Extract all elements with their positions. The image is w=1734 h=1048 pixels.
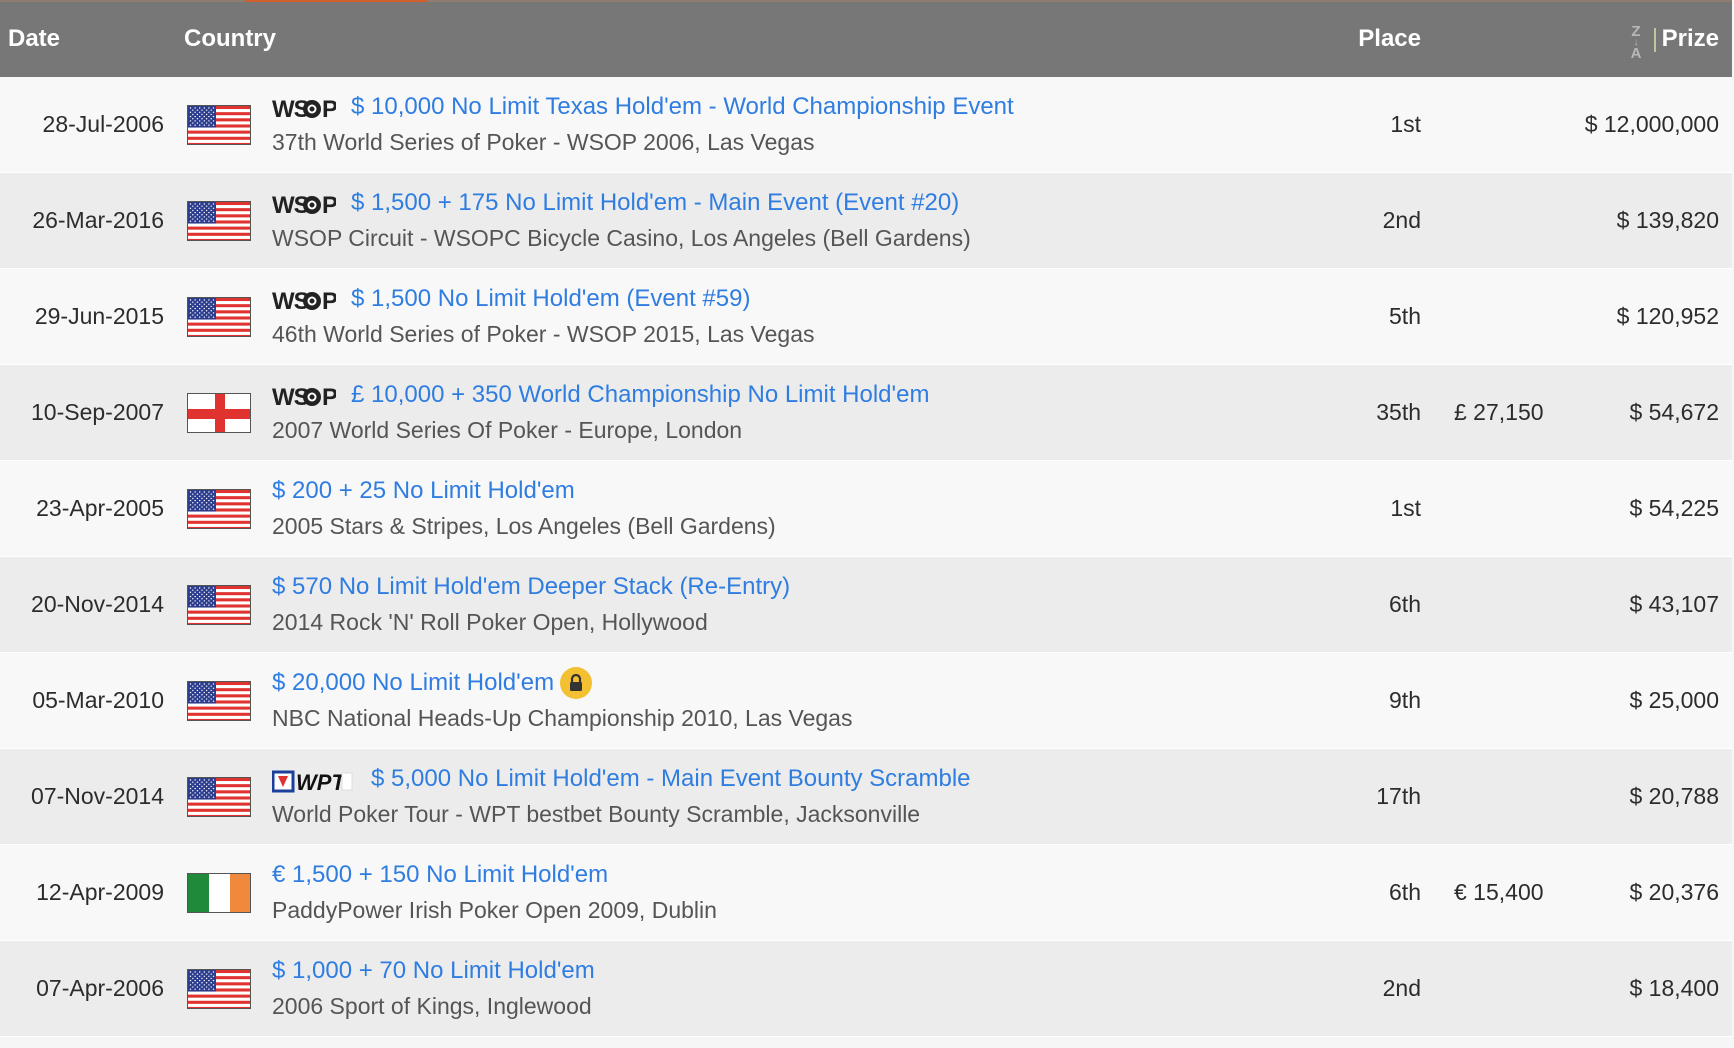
- flag-england-icon: [187, 393, 251, 433]
- row-prize: $ 12,000,000: [1584, 111, 1719, 137]
- row-local-prize: € 15,400: [1454, 879, 1544, 905]
- table-row: 23-Apr-2005 $ 200 + 25 No Limit Hold'em 20…: [0, 461, 1732, 557]
- table-row: 05-Mar-2010 $ 20,000 No Limit Hold'em NBC …: [0, 653, 1732, 749]
- row-prize: $ 25,000: [1629, 687, 1719, 713]
- event-link[interactable]: $ 200 + 25 No Limit Hold'em: [272, 477, 575, 505]
- event-series: 2007 World Series Of Poker - Europe, Lon…: [272, 417, 743, 443]
- row-place: 35th: [1376, 399, 1421, 425]
- row-date: 28-Jul-2006: [42, 111, 164, 137]
- row-place: 5th: [1389, 303, 1421, 329]
- row-place: 1st: [1390, 495, 1421, 521]
- row-prize: $ 43,107: [1629, 591, 1719, 617]
- wsop-logo-icon: WS P: [272, 191, 336, 219]
- row-place: 9th: [1389, 687, 1421, 713]
- row-prize: $ 18,400: [1629, 975, 1719, 1001]
- row-date: 29-Jun-2015: [34, 303, 164, 329]
- flag-us-icon: [187, 585, 251, 625]
- event-link[interactable]: £ 10,000 + 350 World Championship No Lim…: [351, 381, 929, 409]
- wsop-logo-icon: WS P: [272, 287, 336, 315]
- event-link[interactable]: $ 570 No Limit Hold'em Deeper Stack (Re-…: [272, 573, 790, 601]
- event-series: NBC National Heads-Up Championship 2010,…: [272, 705, 853, 731]
- event-link[interactable]: $ 5,000 No Limit Hold'em - Main Event Bo…: [371, 765, 971, 793]
- flag-us-icon: [187, 105, 251, 145]
- row-date: 07-Apr-2006: [36, 975, 164, 1001]
- row-prize: $ 139,820: [1616, 207, 1719, 233]
- table-row: 26-Mar-2016 WS P $ 1,500 + 175 No Limit Hol…: [0, 173, 1732, 269]
- row-place: 6th: [1389, 591, 1421, 617]
- row-date: 12-Apr-2009: [36, 879, 164, 905]
- header-top-line: [0, 0, 1732, 2]
- table-row: 28-Jul-2006 WS P $ 10,000 No Limit Texas Ho…: [0, 77, 1732, 173]
- row-place: 1st: [1390, 111, 1421, 137]
- flag-us-icon: [187, 297, 251, 337]
- event-series: PaddyPower Irish Poker Open 2009, Dublin: [272, 897, 717, 923]
- row-place: 17th: [1376, 783, 1421, 809]
- column-header-prize[interactable]: Prize: [1662, 25, 1719, 53]
- svg-text:P: P: [322, 192, 336, 219]
- lock-icon: [560, 667, 592, 699]
- row-prize: $ 54,225: [1629, 495, 1719, 521]
- event-series: 37th World Series of Poker - WSOP 2006, …: [272, 129, 815, 155]
- row-local-prize: £ 27,150: [1454, 399, 1544, 425]
- event-series: WSOP Circuit - WSOPC Bicycle Casino, Los…: [272, 225, 971, 251]
- table-row: 20-Nov-2014 $ 570 No Limit Hold'em Deeper…: [0, 557, 1732, 653]
- event-link[interactable]: $ 1,000 + 70 No Limit Hold'em: [272, 957, 595, 985]
- table-row: 29-Jun-2015 WS P $ 1,500 No Limit Hold'em (…: [0, 269, 1732, 365]
- row-date: 20-Nov-2014: [31, 591, 164, 617]
- row-place: 2nd: [1382, 975, 1421, 1001]
- flag-us-icon: [187, 489, 251, 529]
- event-series: 46th World Series of Poker - WSOP 2015, …: [272, 321, 815, 347]
- row-date: 23-Apr-2005: [36, 495, 164, 521]
- flag-us-icon: [187, 201, 251, 241]
- svg-text:P: P: [322, 384, 336, 411]
- flag-us-icon: [187, 969, 251, 1009]
- row-date: 07-Nov-2014: [31, 783, 164, 809]
- row-prize: $ 120,952: [1616, 303, 1719, 329]
- row-date: 10-Sep-2007: [31, 399, 164, 425]
- svg-text:WPT: WPT: [296, 770, 346, 795]
- column-header-date[interactable]: Date: [8, 25, 60, 53]
- event-link[interactable]: $ 1,500 No Limit Hold'em (Event #59): [351, 285, 750, 313]
- svg-text:P: P: [322, 96, 336, 123]
- table-header: Date Country Place Z ↓ A Prize: [0, 0, 1732, 77]
- sort-za-icon[interactable]: Z ↓ A: [1625, 24, 1656, 62]
- row-date: 05-Mar-2010: [32, 687, 164, 713]
- event-link[interactable]: $ 1,500 + 175 No Limit Hold'em - Main Ev…: [351, 189, 959, 217]
- column-header-country[interactable]: Country: [184, 25, 276, 53]
- row-place: 6th: [1389, 879, 1421, 905]
- row-prize: $ 20,788: [1629, 783, 1719, 809]
- row-date: 26-Mar-2016: [32, 207, 164, 233]
- sort-a-letter: A: [1630, 45, 1642, 62]
- row-place: 2nd: [1382, 207, 1421, 233]
- event-link[interactable]: $ 10,000 No Limit Texas Hold'em - World …: [351, 93, 1014, 121]
- event-series: 2006 Sport of Kings, Inglewood: [272, 993, 592, 1019]
- event-series: 2014 Rock 'N' Roll Poker Open, Hollywood: [272, 609, 708, 635]
- wsop-logo-icon: WS P: [272, 383, 336, 411]
- wpt-logo-icon: WPT: [272, 767, 354, 795]
- row-prize: $ 20,376: [1629, 879, 1719, 905]
- svg-text:P: P: [322, 288, 336, 315]
- table-row: 10-Sep-2007 WS P £ 10,000 + 350 World Champ…: [0, 365, 1732, 461]
- sort-separator: [1654, 28, 1656, 52]
- event-series: World Poker Tour - WPT bestbet Bounty Sc…: [272, 801, 921, 827]
- flag-us-icon: [187, 777, 251, 817]
- event-series: 2005 Stars & Stripes, Los Angeles (Bell …: [272, 513, 776, 539]
- event-link[interactable]: € 1,500 + 150 No Limit Hold'em: [272, 861, 608, 889]
- table-row: 07-Nov-2014 WPT $ 5,000 No Limit Hold'em -…: [0, 749, 1732, 845]
- column-header-place[interactable]: Place: [1358, 25, 1421, 53]
- wsop-logo-icon: WS P: [272, 95, 336, 123]
- flag-us-icon: [187, 681, 251, 721]
- table-row: 12-Apr-2009 € 1,500 + 150 No Limit Hold'e…: [0, 845, 1732, 941]
- flag-ireland-icon: [187, 873, 251, 913]
- header-accent-line: [245, 0, 427, 2]
- row-prize: $ 54,672: [1629, 399, 1719, 425]
- event-link[interactable]: $ 20,000 No Limit Hold'em: [272, 669, 554, 697]
- table-row: 07-Apr-2006 $ 1,000 + 70 No Limit Hold'em…: [0, 941, 1732, 1037]
